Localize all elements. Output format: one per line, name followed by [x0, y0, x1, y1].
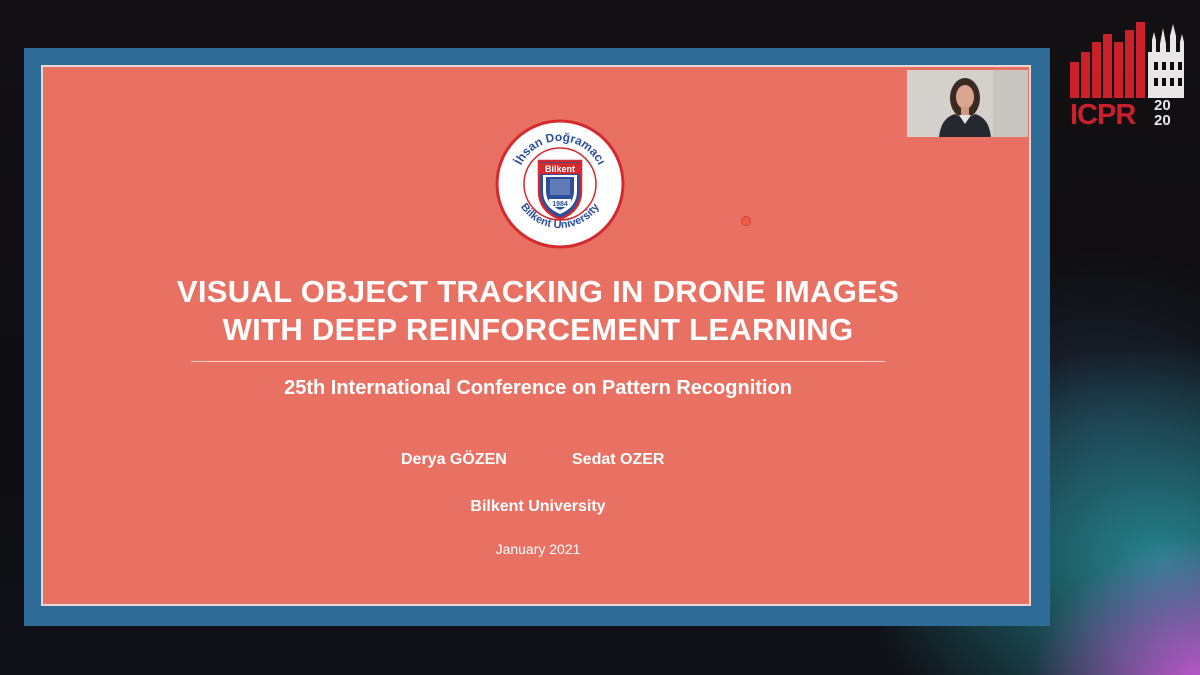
icpr-text: ICPR	[1070, 99, 1136, 128]
slide-title-line-1: VISUAL OBJECT TRACKING IN DRONE IMAGES	[176, 274, 900, 309]
slide-title-line-2: WITH DEEP REINFORCEMENT LEARNING	[222, 312, 854, 347]
author-1: Derya GÖZEN	[401, 451, 507, 468]
author-2: Sedat OZER	[572, 451, 665, 468]
laser-pointer-dot	[741, 216, 751, 226]
presentation-date: January 2021	[495, 541, 581, 557]
presenter-video-icon	[907, 70, 1028, 137]
logo-year: 1984	[552, 201, 568, 208]
author-list: Derya GÖZEN Sedat OZER	[43, 451, 1033, 473]
icpr-year-bottom: 20	[1154, 112, 1171, 128]
affiliation: Bilkent University	[470, 498, 606, 515]
logo-badge-text: Bilkent	[545, 164, 575, 174]
title-divider	[191, 361, 885, 362]
title-slide: İhsan Doğramacı Bilkent University Bilke…	[41, 65, 1031, 606]
conference-name: 25th International Conference on Pattern…	[284, 377, 792, 399]
icpr-2020-logo: ICPR 20 20	[1070, 22, 1184, 128]
presentation-frame: İhsan Doğramacı Bilkent University Bilke…	[24, 48, 1050, 626]
slide-title: VISUAL OBJECT TRACKING IN DRONE IMAGES W…	[43, 273, 1033, 349]
presenter-webcam	[907, 70, 1028, 137]
bilkent-university-logo: İhsan Doğramacı Bilkent University Bilke…	[495, 119, 625, 249]
